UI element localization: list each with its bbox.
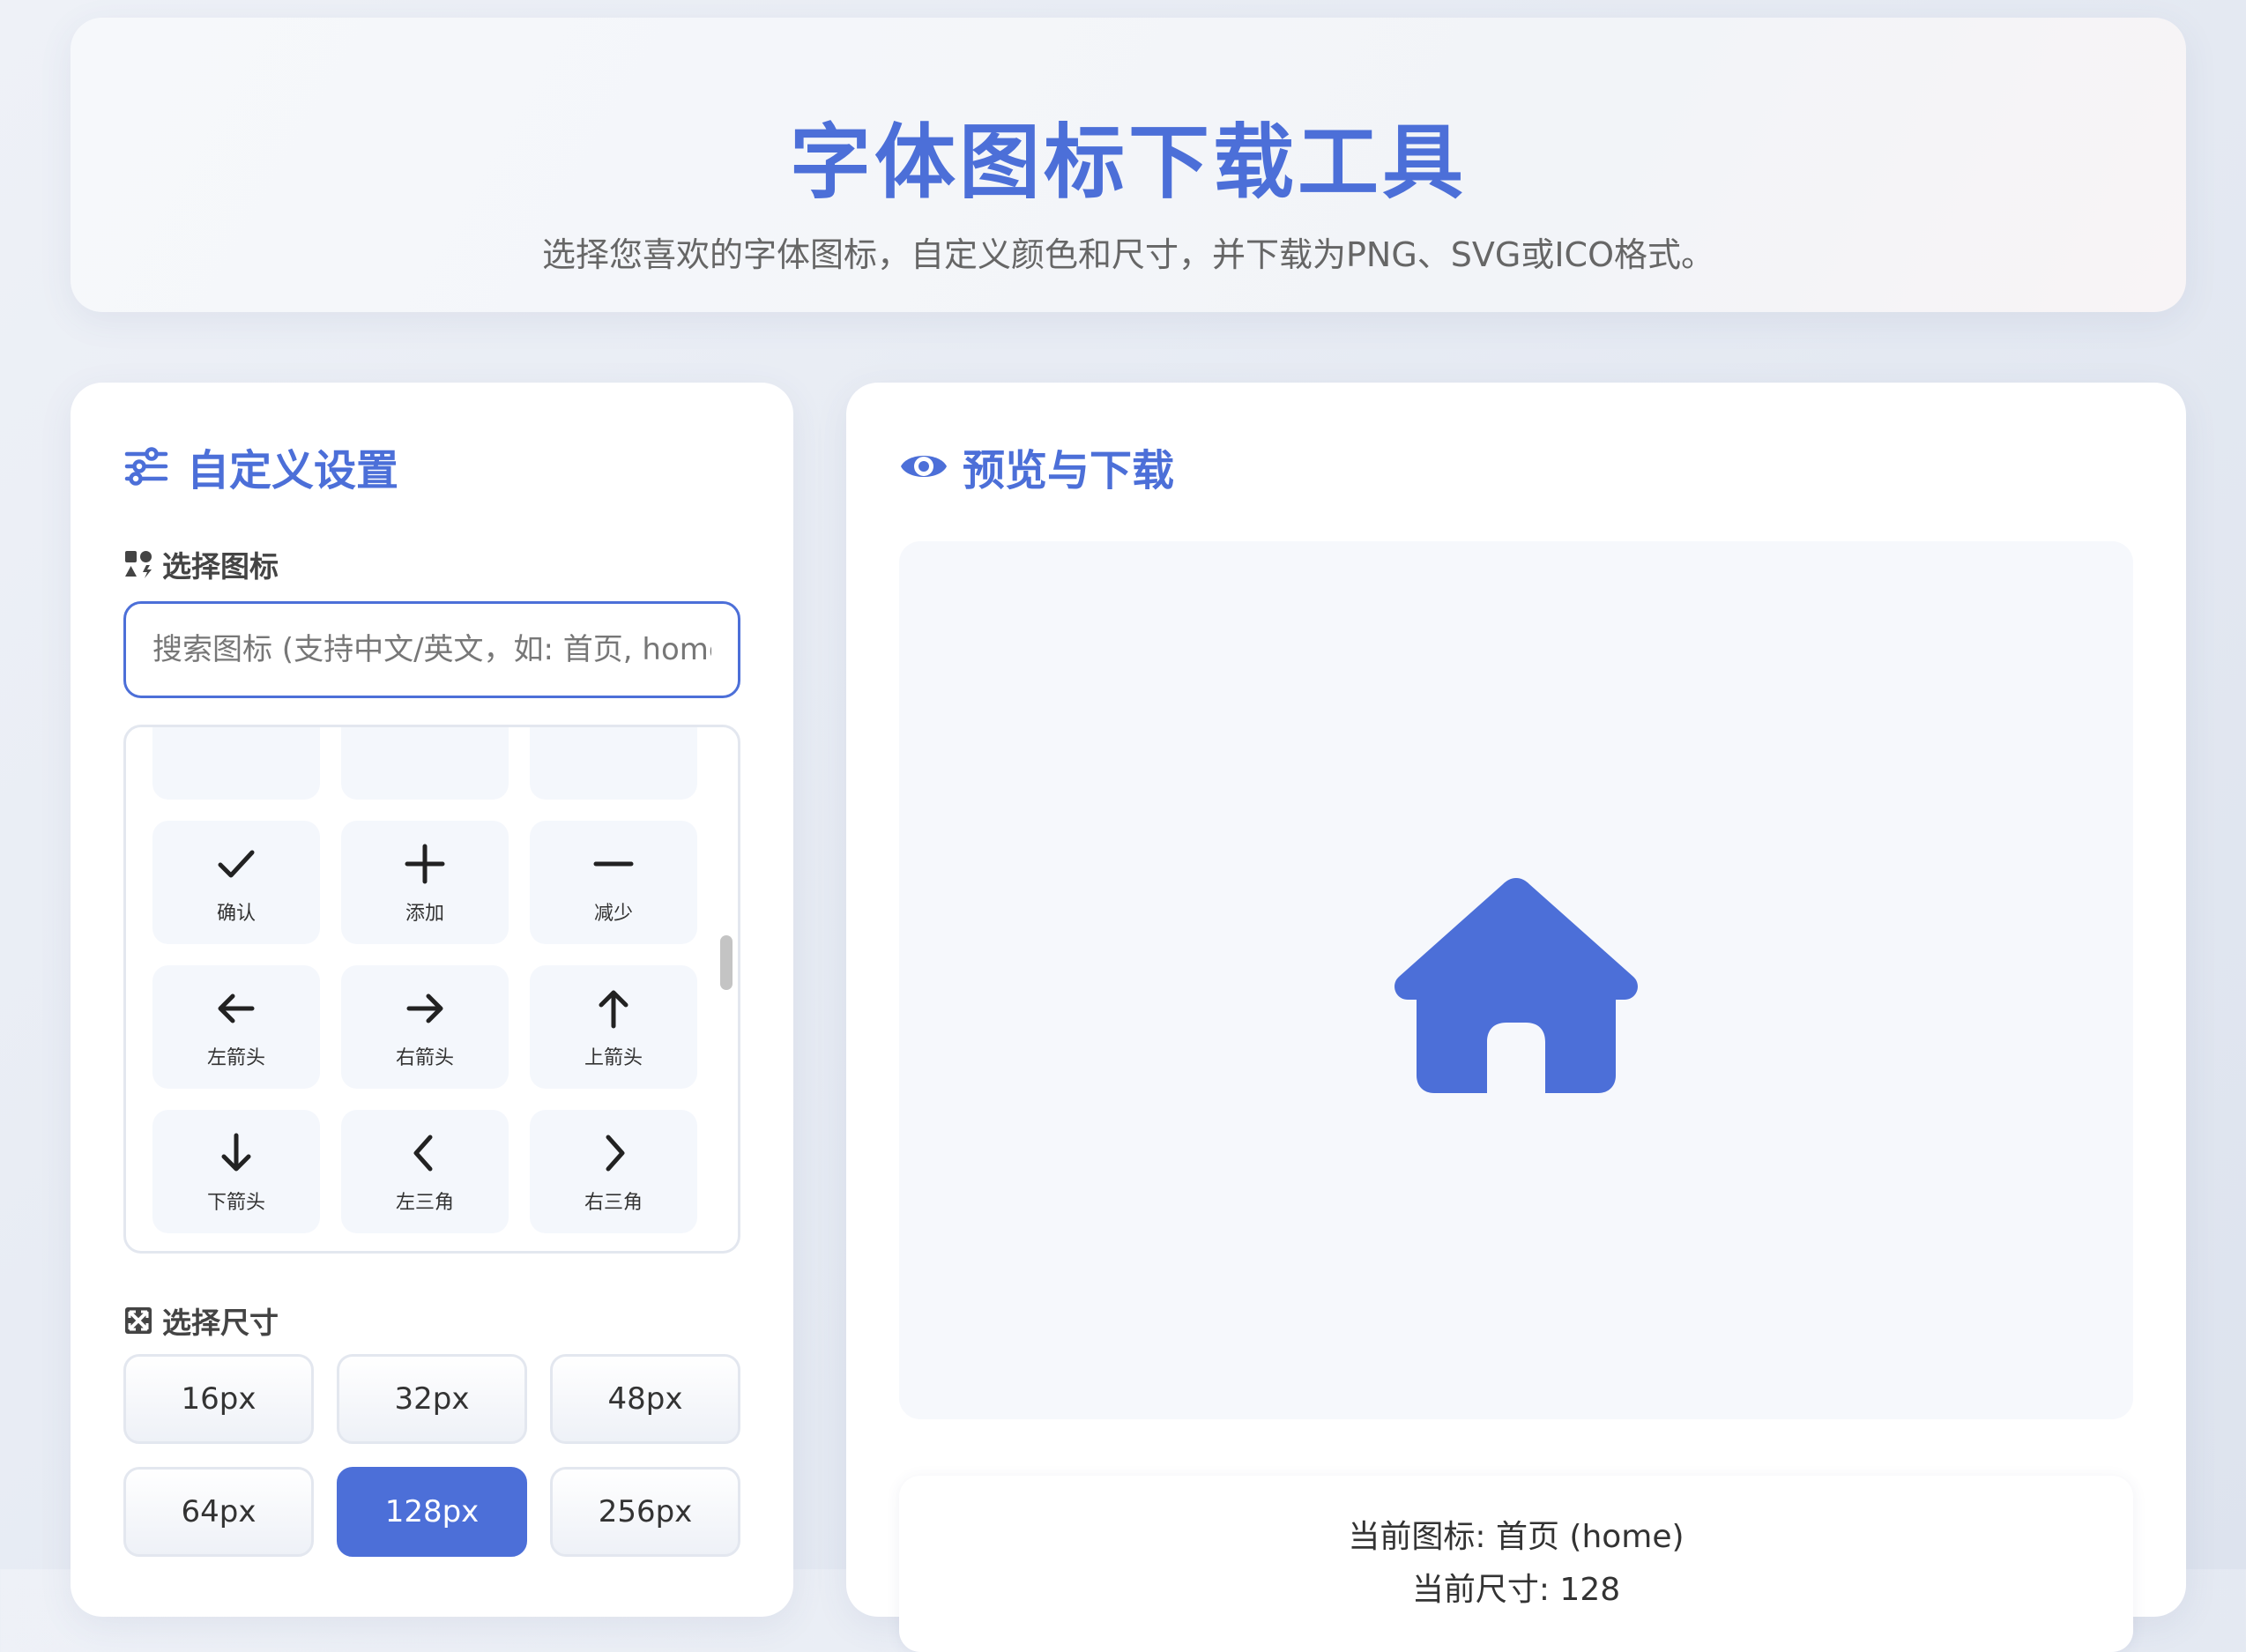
size-button-64[interactable]: 64px <box>123 1467 314 1557</box>
icon-section-label-text: 选择图标 <box>162 549 279 584</box>
icon-tile-check[interactable]: 确认 <box>152 821 320 944</box>
arrow-left-icon <box>218 993 255 1023</box>
size-options: 16px 32px 48px 64px 128px 256px <box>123 1354 740 1557</box>
search-input[interactable] <box>123 601 740 698</box>
expand-icon <box>123 1306 153 1336</box>
current-icon-info: 当前图标: 首页 (home) 当前尺寸: 128 <box>899 1476 2133 1652</box>
size-button-48[interactable]: 48px <box>550 1354 740 1444</box>
settings-title: 自定义设置 <box>123 435 398 497</box>
icon-tile-chevron-left[interactable]: 左三角 <box>341 1110 509 1233</box>
icons-icon <box>123 549 153 579</box>
icon-tile[interactable] <box>152 727 320 800</box>
size-section-label: 选择尺寸 <box>123 1299 279 1342</box>
size-button-32[interactable]: 32px <box>337 1354 527 1444</box>
icon-label: 右箭头 <box>395 1047 454 1069</box>
icon-label: 右三角 <box>584 1192 643 1214</box>
check-icon <box>218 850 255 878</box>
icon-label: 减少 <box>593 903 633 925</box>
header-card: 字体图标下载工具 选择您喜欢的字体图标，自定义颜色和尺寸，并下载为PNG、SVG… <box>71 18 2186 312</box>
page-subtitle: 选择您喜欢的字体图标，自定义颜色和尺寸，并下载为PNG、SVG或ICO格式。 <box>541 235 1714 274</box>
home-icon <box>1394 878 1638 1093</box>
preview-title: 预览与下载 <box>899 435 1174 497</box>
icon-label: 左箭头 <box>206 1047 265 1069</box>
size-button-16[interactable]: 16px <box>123 1354 314 1444</box>
icon-label: 添加 <box>405 903 444 925</box>
preview-title-text: 预览与下载 <box>963 446 1175 495</box>
arrow-right-icon <box>406 993 443 1023</box>
preview-panel: 预览与下载 当前图标: 首页 (home) 当前尺寸: 128 <box>846 383 2186 1652</box>
icon-tile-plus[interactable]: 添加 <box>341 821 509 944</box>
plus-icon <box>405 844 445 884</box>
icon-tile-chevron-right[interactable]: 右三角 <box>530 1110 697 1233</box>
icon-tile[interactable] <box>341 727 509 800</box>
arrow-down-icon <box>221 1133 251 1172</box>
arrow-up-icon <box>599 990 628 1029</box>
icon-tile[interactable] <box>530 727 697 800</box>
icon-preview <box>899 541 2133 1419</box>
eye-icon <box>899 443 947 489</box>
chevron-right-icon <box>606 1135 625 1172</box>
icon-tile-arrow-down[interactable]: 下箭头 <box>152 1110 320 1233</box>
current-size-text: 当前尺寸: 128 <box>1411 1572 1621 1608</box>
icon-grid[interactable]: 确认 添加 减少 左箭头 右箭头 上箭头 下箭头 左三角 右三角 <box>123 725 740 1254</box>
settings-panel: 自定义设置 选择图标 确认 添加 <box>71 383 793 1617</box>
icon-label: 下箭头 <box>206 1192 265 1214</box>
page-title: 字体图标下载工具 <box>789 115 1467 210</box>
icon-tile-arrow-right[interactable]: 右箭头 <box>341 965 509 1089</box>
scrollbar-thumb[interactable] <box>720 935 733 990</box>
size-section-label-text: 选择尺寸 <box>162 1306 279 1340</box>
icon-tile-arrow-up[interactable]: 上箭头 <box>530 965 697 1089</box>
size-button-256[interactable]: 256px <box>550 1467 740 1557</box>
size-button-128[interactable]: 128px <box>337 1467 527 1557</box>
icon-tile-minus[interactable]: 减少 <box>530 821 697 944</box>
icon-label: 确认 <box>216 903 256 925</box>
current-icon-text: 当前图标: 首页 (home) <box>1348 1519 1684 1555</box>
sliders-icon <box>123 443 169 489</box>
chevron-left-icon <box>413 1135 433 1172</box>
minus-icon <box>593 861 634 867</box>
icon-label: 左三角 <box>395 1192 454 1214</box>
icon-label: 上箭头 <box>584 1047 643 1069</box>
icon-section-label: 选择图标 <box>123 543 279 585</box>
settings-title-text: 自定义设置 <box>187 446 399 495</box>
icon-tile-arrow-left[interactable]: 左箭头 <box>152 965 320 1089</box>
